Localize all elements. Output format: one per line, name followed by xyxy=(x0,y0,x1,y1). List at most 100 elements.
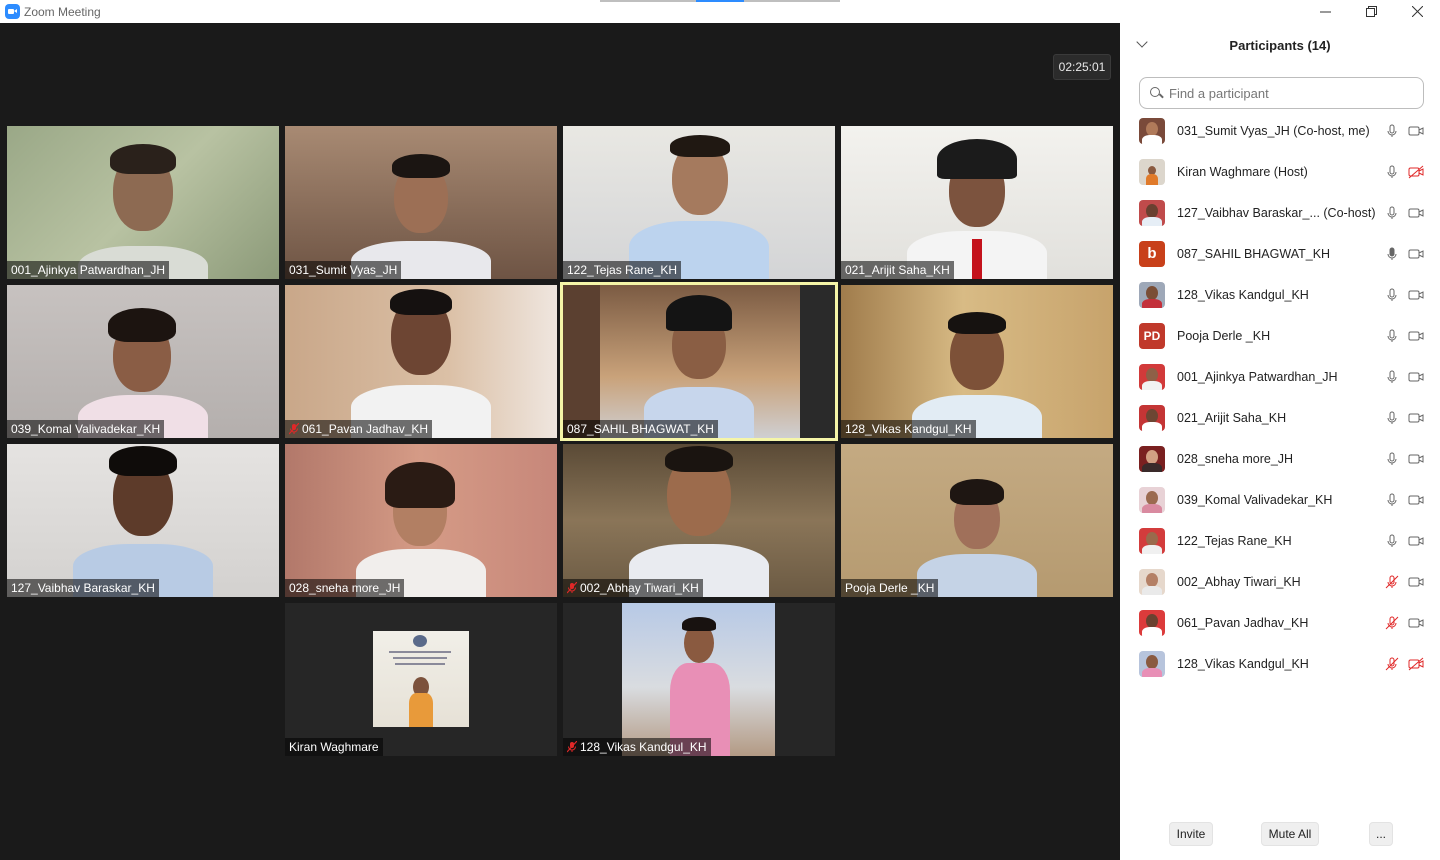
mic-icon[interactable] xyxy=(1384,164,1400,180)
window-controls xyxy=(1302,0,1440,23)
participant-name: 127_Vaibhav Baraskar_... (Co-host) xyxy=(1177,205,1376,220)
video-tile[interactable]: 061_Pavan Jadhav_KH xyxy=(285,285,557,438)
video-camera-icon[interactable] xyxy=(1408,451,1424,467)
video-tile-active-speaker[interactable]: 087_SAHIL BHAGWAT_KH xyxy=(560,282,838,441)
search-icon xyxy=(1150,86,1163,100)
participant-row[interactable]: 128_Vikas Kandgul_KH xyxy=(1120,643,1440,684)
video-off-icon[interactable] xyxy=(1408,164,1424,180)
video-tile[interactable]: Pooja Derle _KH xyxy=(841,444,1113,597)
video-camera-icon[interactable] xyxy=(1408,492,1424,508)
window-title: Zoom Meeting xyxy=(24,4,101,19)
video-tile[interactable]: 122_Tejas Rane_KH xyxy=(563,126,835,279)
avatar xyxy=(1139,486,1165,513)
mic-icon[interactable] xyxy=(1384,123,1400,139)
video-tile[interactable]: 128_Vikas Kandgul_KH xyxy=(841,285,1113,438)
participant-row[interactable]: Kiran Waghmare (Host) xyxy=(1120,151,1440,192)
tile-name-label: Pooja Derle _KH xyxy=(841,579,939,597)
muted-mic-icon[interactable] xyxy=(1384,615,1400,631)
participant-row[interactable]: 128_Vikas Kandgul_KH xyxy=(1120,274,1440,315)
video-camera-icon[interactable] xyxy=(1408,123,1424,139)
chevron-down-icon[interactable] xyxy=(1136,36,1148,48)
video-tile[interactable]: 028_sneha more_JH xyxy=(285,444,557,597)
avatar xyxy=(1139,117,1165,144)
muted-mic-icon[interactable] xyxy=(1384,574,1400,590)
tile-name-label: 122_Tejas Rane_KH xyxy=(563,261,682,279)
participant-row[interactable]: 002_Abhay Tiwari_KH xyxy=(1120,561,1440,602)
muted-mic-icon[interactable] xyxy=(1384,656,1400,672)
avatar xyxy=(1139,199,1165,226)
video-off-icon[interactable] xyxy=(1408,656,1424,672)
participant-row[interactable]: 031_Sumit Vyas_JH (Co-host, me) xyxy=(1120,110,1440,151)
participant-search[interactable] xyxy=(1139,77,1424,109)
video-camera-icon[interactable] xyxy=(1408,328,1424,344)
video-camera-icon[interactable] xyxy=(1408,574,1424,590)
participant-row[interactable]: 001_Ajinkya Patwardhan_JH xyxy=(1120,356,1440,397)
video-tile[interactable]: 001_Ajinkya Patwardhan_JH xyxy=(7,126,279,279)
participant-row[interactable]: 127_Vaibhav Baraskar_... (Co-host) xyxy=(1120,192,1440,233)
participant-name: 031_Sumit Vyas_JH (Co-host, me) xyxy=(1177,123,1370,138)
participant-row[interactable]: PD Pooja Derle _KH xyxy=(1120,315,1440,356)
more-options-button[interactable]: ... xyxy=(1369,822,1393,846)
tile-name-label: 061_Pavan Jadhav_KH xyxy=(285,420,433,438)
mic-icon[interactable] xyxy=(1384,369,1400,385)
meeting-timer: 02:25:01 xyxy=(1053,54,1111,80)
avatar xyxy=(1139,404,1165,431)
video-camera-icon[interactable] xyxy=(1408,615,1424,631)
avatar xyxy=(1139,158,1165,185)
video-tile[interactable]: 128_Vikas Kandgul_KH xyxy=(563,603,835,756)
mic-icon[interactable] xyxy=(1384,205,1400,221)
muted-mic-icon xyxy=(289,423,299,435)
tile-name-label: 127_Vaibhav Baraskar_KH xyxy=(7,579,159,597)
video-tile[interactable]: Kiran Waghmare xyxy=(285,603,557,756)
zoom-logo-icon xyxy=(5,4,20,19)
video-camera-icon[interactable] xyxy=(1408,533,1424,549)
profile-picture xyxy=(373,631,469,727)
avatar xyxy=(1139,609,1165,636)
tile-name-label: 031_Sumit Vyas_JH xyxy=(285,261,402,279)
panel-title: Participants (14) xyxy=(1229,37,1331,53)
mic-icon[interactable] xyxy=(1384,410,1400,426)
participant-row[interactable]: 021_Arijit Saha_KH xyxy=(1120,397,1440,438)
mic-icon[interactable] xyxy=(1384,451,1400,467)
participant-row[interactable]: 028_sneha more_JH xyxy=(1120,438,1440,479)
participant-name: 087_SAHIL BHAGWAT_KH xyxy=(1177,246,1331,261)
invite-button[interactable]: Invite xyxy=(1169,822,1213,846)
minimize-icon xyxy=(1319,11,1331,13)
profile-picture xyxy=(622,603,775,756)
participant-row[interactable]: 061_Pavan Jadhav_KH xyxy=(1120,602,1440,643)
video-camera-icon[interactable] xyxy=(1408,246,1424,262)
avatar xyxy=(1139,568,1165,595)
video-tile[interactable]: 039_Komal Valivadekar_KH xyxy=(7,285,279,438)
participant-row[interactable]: b 087_SAHIL BHAGWAT_KH xyxy=(1120,233,1440,274)
mic-icon[interactable] xyxy=(1384,492,1400,508)
avatar xyxy=(1139,650,1165,677)
tile-name-label: Kiran Waghmare xyxy=(285,738,383,756)
tile-name-label: 021_Arijit Saha_KH xyxy=(841,261,954,279)
video-camera-icon[interactable] xyxy=(1408,410,1424,426)
mic-icon[interactable] xyxy=(1384,328,1400,344)
mic-speaking-icon[interactable] xyxy=(1384,246,1400,262)
participant-name: Kiran Waghmare (Host) xyxy=(1177,164,1308,179)
participant-name: 028_sneha more_JH xyxy=(1177,451,1294,466)
video-camera-icon[interactable] xyxy=(1408,205,1424,221)
avatar xyxy=(1139,445,1165,472)
mute-all-button[interactable]: Mute All xyxy=(1261,822,1319,846)
mic-icon[interactable] xyxy=(1384,533,1400,549)
video-camera-icon[interactable] xyxy=(1408,369,1424,385)
tile-name-label: 028_sneha more_JH xyxy=(285,579,405,597)
video-camera-icon[interactable] xyxy=(1408,287,1424,303)
close-button[interactable] xyxy=(1394,0,1440,23)
top-drag-strip[interactable] xyxy=(600,0,840,2)
participant-row[interactable]: 039_Komal Valivadekar_KH xyxy=(1120,479,1440,520)
participant-row[interactable]: 122_Tejas Rane_KH xyxy=(1120,520,1440,561)
mic-icon[interactable] xyxy=(1384,287,1400,303)
search-input[interactable] xyxy=(1169,85,1409,101)
video-tile[interactable]: 002_Abhay Tiwari_KH xyxy=(563,444,835,597)
minimize-button[interactable] xyxy=(1302,0,1348,23)
video-tile[interactable]: 031_Sumit Vyas_JH xyxy=(285,126,557,279)
video-tile[interactable]: 127_Vaibhav Baraskar_KH xyxy=(7,444,279,597)
avatar xyxy=(1139,527,1165,554)
restore-button[interactable] xyxy=(1348,0,1394,23)
tile-name-label: 039_Komal Valivadekar_KH xyxy=(7,420,165,438)
video-tile[interactable]: 021_Arijit Saha_KH xyxy=(841,126,1113,279)
